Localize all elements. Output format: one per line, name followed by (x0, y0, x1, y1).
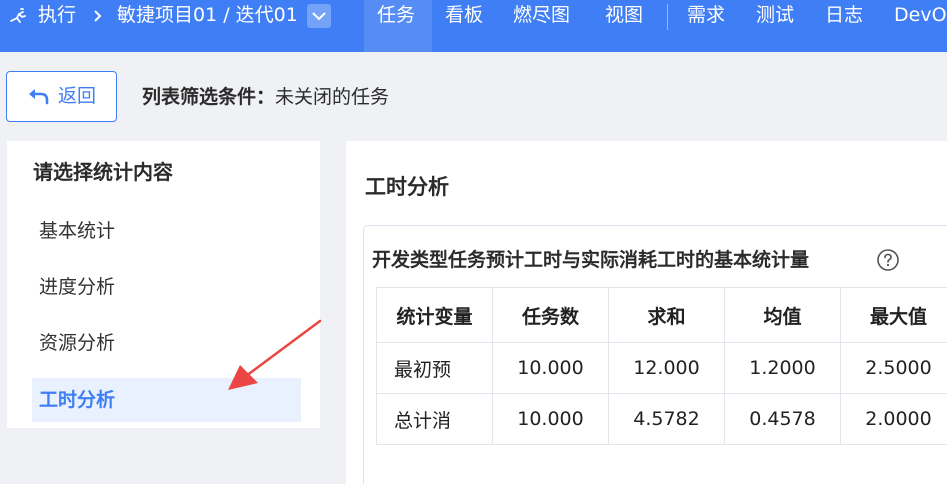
undo-arrow-icon (29, 89, 49, 105)
top-navbar: 执行 敏捷项目01 / 迭代01 任务 看板 燃尽图 视图 需求 测试 日志 D… (0, 0, 947, 52)
filter-value: 未关闭的任务 (275, 86, 390, 108)
sprint-dropdown-button[interactable] (307, 4, 331, 28)
table-cell: 总计消 (376, 393, 493, 445)
table-cell: 1.2000 (724, 342, 841, 394)
nav-tab-devops[interactable]: DevO (894, 0, 947, 32)
sidebar-item-basic-stats[interactable]: 基本统计 (32, 209, 301, 253)
table-cell: 4.5782 (608, 393, 725, 445)
nav-tab-burndown[interactable]: 燃尽图 (513, 0, 570, 32)
nav-tab-logs[interactable]: 日志 (825, 0, 863, 32)
stats-card: 开发类型任务预计工时与实际消耗工时的基本统计量 统计变量 任务数 求和 均值 最… (363, 225, 947, 484)
list-filter-condition: 列表筛选条件：未关闭的任务 (142, 84, 389, 110)
sidebar-item-progress-analysis[interactable]: 进度分析 (32, 265, 301, 309)
breadcrumb-execution[interactable]: 执行 (38, 0, 76, 32)
chevron-right-icon (94, 10, 102, 22)
table-cell: 0.4578 (724, 393, 841, 445)
annotation-arrow-icon (228, 319, 322, 390)
selector-title: 请选择统计内容 (33, 160, 173, 184)
column-header: 求和 (608, 287, 725, 343)
sidebar-item-label: 资源分析 (39, 332, 116, 354)
column-header: 最大值 (840, 287, 947, 343)
help-icon[interactable] (876, 248, 900, 272)
column-header: 均值 (724, 287, 841, 343)
sidebar-item-label: 基本统计 (39, 220, 116, 242)
nav-tab-tasks[interactable]: 任务 (377, 0, 415, 32)
breadcrumb-project-sprint[interactable]: 敏捷项目01 / 迭代01 (117, 0, 298, 32)
main-content: 工时分析 开发类型任务预计工时与实际消耗工时的基本统计量 统计变量 任务数 求和… (346, 141, 947, 484)
chevron-down-icon (312, 12, 326, 21)
table-cell: 2.0000 (840, 393, 947, 445)
table-cell: 10.000 (492, 342, 609, 394)
nav-tab-requirements[interactable]: 需求 (687, 0, 725, 32)
sidebar-item-label: 进度分析 (39, 276, 116, 298)
nav-divider (667, 4, 668, 30)
table-row: 总计消 10.000 4.5782 0.4578 2.0000 (376, 393, 947, 445)
table-cell: 12.000 (608, 342, 725, 394)
table-row: 最初预 10.000 12.000 1.2000 2.5000 (376, 342, 947, 394)
nav-tab-kanban[interactable]: 看板 (445, 0, 483, 32)
table-cell: 2.5000 (840, 342, 947, 394)
sidebar-item-label: 工时分析 (39, 389, 116, 411)
filter-label: 列表筛选条件： (142, 86, 276, 108)
column-header: 任务数 (492, 287, 609, 343)
table-cell: 最初预 (376, 342, 493, 394)
page-title: 工时分析 (365, 175, 449, 199)
table-header-row: 统计变量 任务数 求和 均值 最大值 (376, 287, 947, 343)
nav-tab-view[interactable]: 视图 (605, 0, 643, 32)
column-header: 统计变量 (376, 287, 493, 343)
nav-tab-testing[interactable]: 测试 (756, 0, 794, 32)
running-icon (10, 8, 26, 23)
back-button-label: 返回 (58, 85, 97, 107)
card-title: 开发类型任务预计工时与实际消耗工时的基本统计量 (372, 249, 810, 271)
back-button[interactable]: 返回 (6, 71, 117, 122)
stats-table: 统计变量 任务数 求和 均值 最大值 最初预 10.000 12.000 1.2… (376, 287, 947, 445)
table-cell: 10.000 (492, 393, 609, 445)
